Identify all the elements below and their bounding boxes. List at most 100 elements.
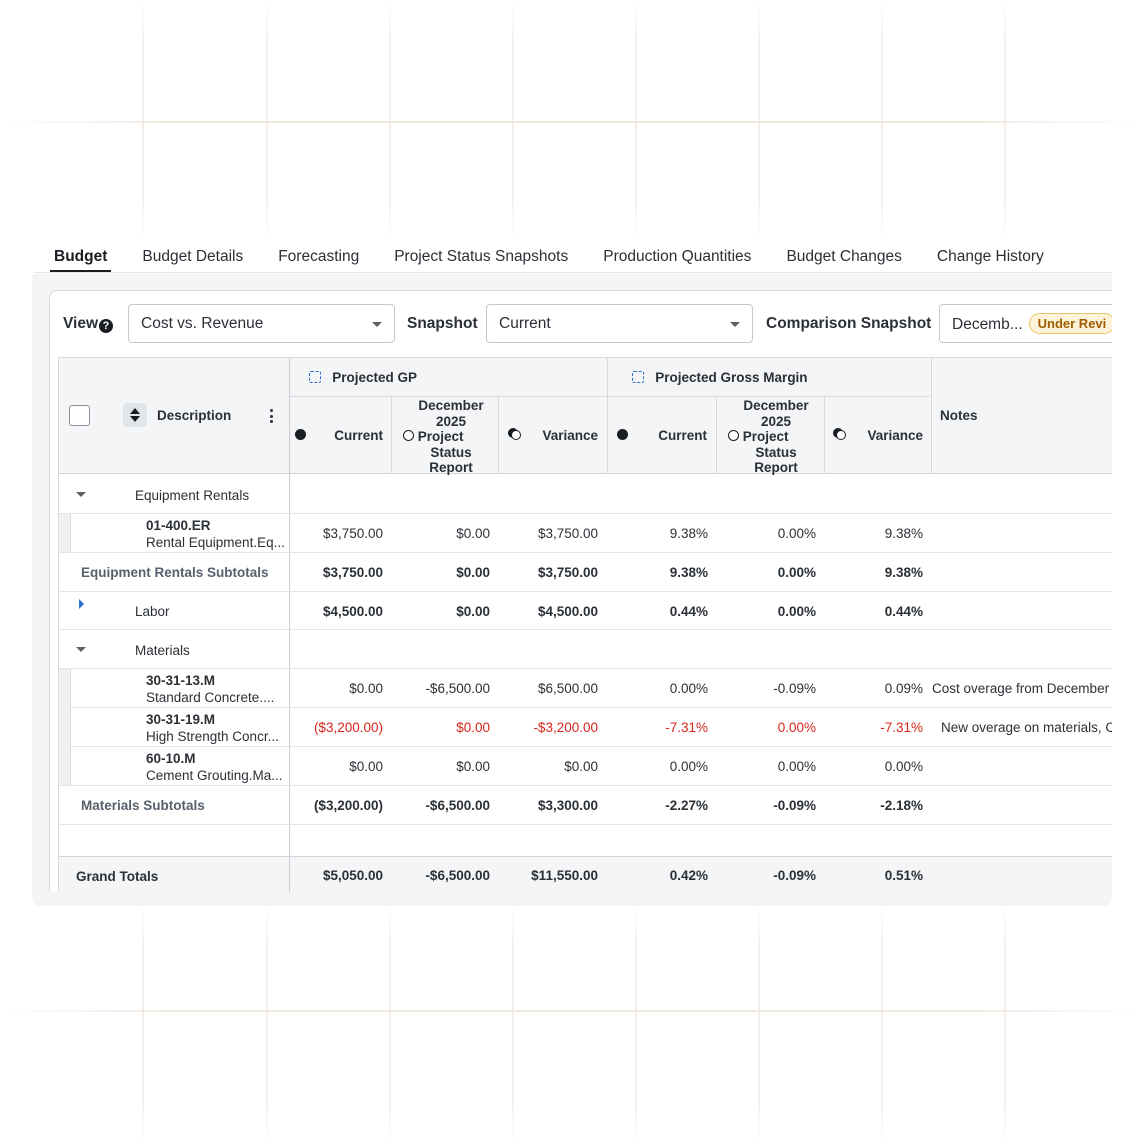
chevron-down-icon: [730, 322, 740, 327]
gp-snapshot-value: $0.00: [456, 526, 490, 541]
column-group-icon[interactable]: [632, 371, 644, 383]
cost-code[interactable]: 30-31-13.M: [146, 673, 215, 688]
margin-snapshot-value: 0.00%: [777, 720, 816, 735]
expand-icon[interactable]: [79, 599, 84, 609]
grand-total-value: -0.09%: [773, 868, 816, 883]
snapshot-ring-icon: [728, 430, 739, 441]
gp-variance-value: $6,500.00: [537, 681, 598, 696]
gp-snapshot-value: $0.00: [456, 759, 490, 774]
group-row-equipment-rentals[interactable]: Equipment Rentals: [135, 488, 249, 503]
subtotal-value: $3,300.00: [537, 798, 598, 813]
sort-down-icon: [130, 416, 140, 422]
gp-variance-value: $3,750.00: [537, 526, 598, 541]
grand-total-value: $5,050.00: [322, 868, 383, 883]
tab-budget-changes[interactable]: Budget Changes: [782, 244, 905, 273]
variance-icon: [833, 428, 846, 440]
cost-description: Standard Concrete....: [146, 690, 275, 705]
gp-current-value: ($3,200.00): [313, 720, 383, 735]
subtotal-value: $3,750.00: [537, 565, 598, 580]
subtotal-value: 9.38%: [669, 565, 708, 580]
gp-current-header: Current: [295, 428, 383, 443]
cost-description: High Strength Concr...: [146, 729, 279, 744]
gp-current-value: $0.00: [349, 759, 383, 774]
labor-value: 0.44%: [884, 604, 923, 619]
labor-value: $0.00: [456, 604, 490, 619]
comparison-select-value: Decemb...: [952, 316, 1023, 333]
labor-value: 0.00%: [777, 604, 816, 619]
gp-snapshot-value: $0.00: [456, 720, 490, 735]
group-row-labor[interactable]: Labor: [135, 604, 170, 619]
tab-budget-details[interactable]: Budget Details: [138, 244, 247, 273]
sort-button[interactable]: [123, 403, 147, 427]
tab-budget[interactable]: Budget: [50, 244, 112, 273]
tab-project-status-snapshots[interactable]: Project Status Snapshots: [390, 244, 572, 273]
filter-bar: View? Cost vs. Revenue Snapshot Current …: [50, 291, 1112, 357]
view-select[interactable]: Cost vs. Revenue: [128, 304, 395, 343]
group-row-materials[interactable]: Materials: [135, 643, 190, 658]
snapshot-label: Snapshot: [407, 315, 478, 332]
tab-change-history[interactable]: Change History: [933, 244, 1048, 273]
grand-totals-label: Grand Totals: [76, 869, 159, 884]
margin-current-header: Current: [617, 428, 707, 443]
margin-current-value: -7.31%: [665, 720, 708, 735]
column-menu-icon[interactable]: [270, 409, 274, 426]
subtotal-label: Equipment Rentals Subtotals: [81, 565, 269, 580]
tab-bar: Budget Budget Details Forecasting Projec…: [50, 244, 1075, 274]
indent-guide: [59, 669, 71, 785]
comparison-snapshot-label: Comparison Snapshot: [766, 315, 932, 332]
column-group-icon[interactable]: [309, 371, 321, 383]
subtotal-value: -$6,500.00: [425, 798, 490, 813]
view-label: View?: [63, 315, 114, 333]
group-header-projected-gross-margin: Projected Gross Margin: [632, 370, 808, 385]
labor-value: 0.44%: [669, 604, 708, 619]
gp-variance-header: Variance: [508, 428, 598, 443]
help-icon[interactable]: ?: [99, 319, 114, 333]
collapse-icon[interactable]: [76, 647, 86, 652]
margin-current-value: 0.00%: [669, 759, 708, 774]
grand-total-value: -$6,500.00: [425, 868, 490, 883]
tab-production-quantities[interactable]: Production Quantities: [599, 244, 755, 273]
cost-code[interactable]: 60-10.M: [146, 751, 196, 766]
cost-code[interactable]: 30-31-19.M: [146, 712, 215, 727]
status-badge: Under Revi: [1028, 313, 1112, 334]
subtotal-value: -0.09%: [773, 798, 816, 813]
subtotal-value: -2.27%: [665, 798, 708, 813]
snapshot-select-value: Current: [499, 315, 551, 332]
margin-variance-value: -7.31%: [880, 720, 923, 735]
subtotal-value: $0.00: [456, 565, 490, 580]
budget-table: Description Projected GP Projected Gross…: [58, 357, 1112, 892]
margin-snapshot-value: -0.09%: [773, 681, 816, 696]
budget-card: View? Cost vs. Revenue Snapshot Current …: [49, 290, 1112, 892]
margin-snapshot-value: 0.00%: [777, 526, 816, 541]
note-text[interactable]: New overage on materials, C: [941, 720, 1112, 735]
snapshot-select[interactable]: Current: [486, 304, 753, 343]
gp-variance-value: -$3,200.00: [533, 720, 598, 735]
notes-header: Notes: [940, 408, 978, 423]
collapse-icon[interactable]: [76, 492, 86, 497]
view-select-value: Cost vs. Revenue: [141, 315, 264, 332]
comparison-snapshot-select[interactable]: Decemb... Under Revi: [939, 304, 1112, 343]
tab-forecasting[interactable]: Forecasting: [274, 244, 363, 273]
indent-guide: [59, 514, 71, 552]
margin-snapshot-header: December 2025 Project Status Report: [726, 398, 826, 476]
gp-current-value: $3,750.00: [322, 526, 383, 541]
gp-variance-value: $0.00: [564, 759, 598, 774]
gp-snapshot-value: -$6,500.00: [425, 681, 490, 696]
cost-code[interactable]: 01-400.ER: [146, 518, 211, 533]
margin-variance-value: 0.09%: [884, 681, 923, 696]
grand-totals-row: Grand Totals $5,050.00 -$6,500.00 $11,55…: [59, 856, 1112, 892]
subtotal-label: Materials Subtotals: [81, 798, 205, 813]
margin-variance-header: Variance: [833, 428, 923, 443]
chevron-down-icon: [372, 322, 382, 327]
select-all-checkbox[interactable]: [69, 405, 90, 426]
labor-value: $4,500.00: [537, 604, 598, 619]
note-text[interactable]: Cost overage from December: [932, 681, 1109, 696]
margin-variance-value: 0.00%: [884, 759, 923, 774]
table-header: Description Projected GP Projected Gross…: [59, 358, 1112, 476]
sort-up-icon: [130, 408, 140, 414]
description-header[interactable]: Description: [157, 408, 231, 423]
gp-snapshot-header: December 2025 Project Status Report: [401, 398, 501, 476]
tabs-divider: [34, 272, 1112, 273]
group-header-projected-gp: Projected GP: [309, 370, 417, 385]
current-dot-icon: [295, 429, 306, 440]
